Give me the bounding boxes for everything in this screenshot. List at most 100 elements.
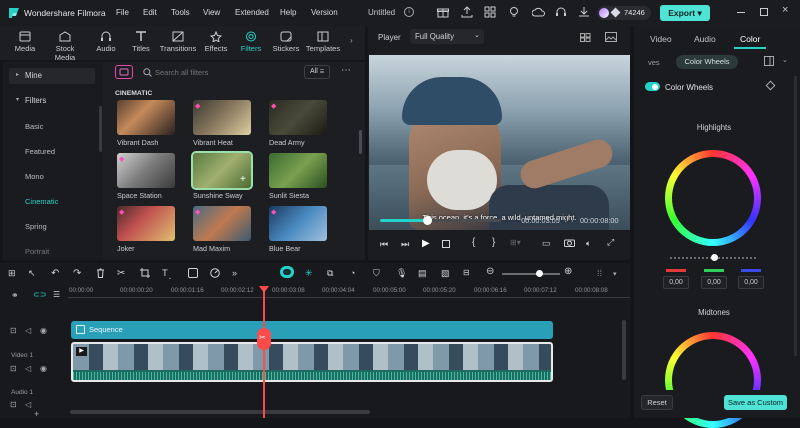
snap-magnet-icon[interactable]: ✳: [305, 268, 313, 279]
marker-shield-icon[interactable]: ⛉: [373, 268, 380, 279]
video-track-mute-icon[interactable]: ◁: [25, 364, 31, 373]
filter-thumb-vibrant-heat[interactable]: ◆: [193, 100, 251, 135]
sequence-clip[interactable]: Sequence: [71, 321, 553, 339]
collapse-panel-icon[interactable]: ⌄: [782, 56, 788, 64]
menu-tools[interactable]: Tools: [171, 8, 190, 17]
sidebar-item-featured[interactable]: Featured: [25, 147, 55, 156]
pip-icon[interactable]: ⊟: [463, 268, 470, 277]
tab-audio[interactable]: Audio: [88, 29, 124, 59]
tab-stickers[interactable]: Stickers: [268, 29, 304, 59]
layout-chevron-icon[interactable]: ▾: [613, 270, 617, 278]
quality-dropdown[interactable]: Full Quality ⌄: [410, 29, 484, 44]
lightbulb-icon[interactable]: [508, 6, 520, 18]
gift-icon[interactable]: [437, 6, 449, 18]
insert-icon[interactable]: ⊞▾: [510, 238, 521, 247]
previous-frame-icon[interactable]: ⏮: [380, 239, 388, 250]
camera-icon[interactable]: [564, 238, 575, 247]
audio-mixer-icon[interactable]: ▤: [418, 268, 427, 279]
sidebar-item-portrait[interactable]: Portrait: [25, 247, 49, 256]
microphone-icon[interactable]: 🎙︎: [396, 268, 407, 279]
sidebar-scrollbar[interactable]: [99, 106, 102, 152]
filters-scrollbar[interactable]: [359, 130, 362, 154]
close-icon[interactable]: ×: [782, 4, 788, 16]
ai-mode-icon[interactable]: [280, 266, 294, 278]
playhead-line[interactable]: [263, 288, 265, 418]
keyframe-diamond-icon[interactable]: [765, 80, 776, 91]
menu-file[interactable]: File: [116, 8, 129, 17]
current-time[interactable]: 00:00:03:05: [514, 213, 567, 228]
download-icon[interactable]: [578, 6, 590, 18]
magnet-snap-icon[interactable]: ⊂⊃: [33, 290, 46, 299]
track-lock-icon[interactable]: ⊡: [10, 326, 17, 335]
text-tool-icon[interactable]: T⌄: [162, 268, 172, 281]
more-icon[interactable]: ⋯: [341, 65, 351, 76]
more-tools-icon[interactable]: »: [232, 268, 237, 278]
timeline-vertical-scrollbar[interactable]: [622, 320, 626, 380]
volume-icon[interactable]: 🔈︎: [586, 238, 591, 249]
info-icon[interactable]: i: [404, 7, 414, 17]
link-icon[interactable]: ⚭: [11, 290, 19, 301]
filter-thumb-dead-army[interactable]: ◆: [269, 100, 327, 135]
search-input[interactable]: [155, 65, 295, 79]
menu-view[interactable]: View: [203, 8, 220, 17]
grid-view-icon[interactable]: [580, 33, 591, 42]
upload-icon[interactable]: [461, 6, 473, 18]
filter-thumb-sunlit-siesta[interactable]: [269, 153, 327, 188]
color-wheels-toggle[interactable]: [645, 82, 660, 91]
minimize-icon[interactable]: [737, 12, 745, 13]
delete-icon[interactable]: [96, 268, 105, 278]
sidebar-mine[interactable]: ▸ Mine: [9, 68, 95, 84]
tab-transitions[interactable]: Transitions: [158, 29, 198, 59]
blue-value-input[interactable]: 0,00: [738, 276, 764, 289]
pointer-icon[interactable]: ↖: [28, 268, 36, 279]
tab-titles[interactable]: Titles: [123, 29, 159, 59]
red-value-input[interactable]: 0,00: [663, 276, 689, 289]
filter-thumb-sunshine-sway[interactable]: +: [191, 151, 253, 190]
timeline-layout-icon[interactable]: ⁞⁞: [597, 268, 602, 278]
video-preview[interactable]: This ocean, it's a force, a wild, untame…: [369, 55, 630, 230]
zoom-slider[interactable]: [502, 273, 560, 275]
credits-badge[interactable]: 74246: [597, 6, 651, 20]
sidebar-item-spring[interactable]: Spring: [25, 222, 47, 231]
tab-media[interactable]: Media: [7, 29, 43, 59]
stop-icon[interactable]: [442, 240, 450, 248]
sidebar-item-cinematic[interactable]: Cinematic: [25, 197, 58, 206]
grid-apps-icon[interactable]: [484, 6, 496, 18]
highlights-color-wheel[interactable]: [665, 150, 761, 246]
redo-icon[interactable]: ↷: [73, 268, 81, 279]
properties-scrollbar[interactable]: [794, 76, 797, 356]
tab-video[interactable]: Video: [650, 34, 672, 44]
filter-thumb-joker[interactable]: ◆: [117, 206, 175, 241]
more-tabs-chevron-icon[interactable]: ›: [350, 36, 353, 45]
playhead-split-marker[interactable]: ✂: [257, 328, 271, 350]
zoom-in-icon[interactable]: ⊕: [564, 266, 572, 277]
tab-color[interactable]: Color: [740, 34, 760, 44]
panel-view-icon[interactable]: [764, 56, 774, 66]
mark-out-icon[interactable]: }: [492, 237, 495, 248]
maximize-icon[interactable]: [760, 8, 768, 16]
play-icon[interactable]: ▶: [422, 238, 430, 249]
subtab-curves[interactable]: ves: [648, 58, 660, 67]
cloud-upload-icon[interactable]: [532, 6, 545, 18]
headset-icon[interactable]: [555, 6, 567, 18]
green-value-input[interactable]: 0,00: [701, 276, 727, 289]
track-mute-icon[interactable]: ◁: [25, 326, 31, 335]
menu-edit[interactable]: Edit: [143, 8, 157, 17]
tab-audio-props[interactable]: Audio: [694, 34, 716, 44]
track-eye-icon[interactable]: ◉: [40, 326, 47, 335]
auto-reframe-icon[interactable]: ◔: [350, 268, 355, 278]
zoom-slider-handle[interactable]: [536, 270, 543, 277]
filter-thumb-vibrant-dash[interactable]: [117, 100, 175, 135]
sidebar-item-mono[interactable]: Mono: [25, 172, 44, 181]
crop-icon[interactable]: [140, 268, 150, 278]
export-button[interactable]: Export ▾: [660, 5, 710, 21]
tab-templates[interactable]: Templates: [304, 29, 342, 59]
filter-thumb-space-station[interactable]: ◆: [117, 153, 175, 188]
mark-in-icon[interactable]: {: [472, 237, 475, 248]
video-track-eye-icon[interactable]: ◉: [40, 364, 47, 373]
video-track-lock-icon[interactable]: ⊡: [10, 364, 17, 373]
display-icon[interactable]: ▭: [542, 238, 551, 249]
reset-button[interactable]: Reset: [641, 395, 673, 410]
fullscreen-icon[interactable]: ⤢: [607, 237, 614, 248]
audio-track-lock-icon[interactable]: ⊡: [10, 400, 17, 409]
